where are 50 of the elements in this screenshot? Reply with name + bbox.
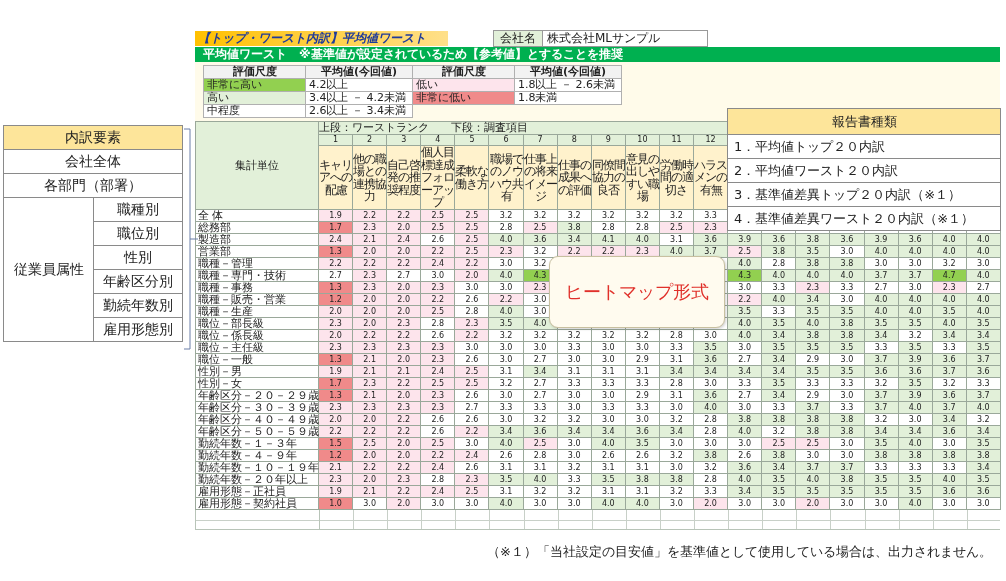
table-cell: 職位別 — [93, 221, 183, 246]
rank-number: 2 — [367, 135, 373, 144]
footnote: （※１）「当社設定の目安値」を基準値として使用している場合は、出力されません。 — [487, 544, 992, 559]
rank-number: 5 — [469, 135, 475, 144]
table-cell: 雇用形態別 — [93, 317, 183, 342]
field-label: 会社名 — [494, 31, 542, 46]
table-cell: 性別 — [93, 245, 183, 270]
column-header: キャリアへの配慮 — [319, 157, 353, 197]
column-header: 意見の出しやすい職場 — [625, 151, 659, 203]
column-header: 個人目標達成フォローアップ — [421, 145, 455, 210]
table-cell: 勤続年数別 — [93, 293, 183, 318]
table-cell: 各部門（部署） — [3, 173, 183, 198]
table-caption: 上段：ワーストランク 下段：調査項目 — [319, 121, 528, 134]
list-item: 4．基準値差異ワースト２０内訳（※１） — [733, 210, 976, 228]
callout: ヒートマップ形式 — [549, 256, 725, 328]
legend-header: 平均値(今回値) — [514, 65, 622, 79]
table-header: 内訳要素 — [3, 125, 183, 150]
table-cell: 職種別 — [93, 197, 183, 222]
column-header: 自己啓発の推奨程度 — [387, 157, 421, 197]
column-header: 職場でのノウハウ共有 — [489, 151, 523, 203]
list-item: 3．基準値差異トップ２０内訳（※１） — [728, 183, 1000, 207]
banner: 平均値ワースト ※基準値が設定されているため【参考値】とすることを推奨 — [195, 47, 1000, 62]
rank-number: 10 — [637, 135, 648, 144]
table-cell: 会社全体 — [3, 149, 183, 174]
rank-number: 12 — [705, 135, 716, 144]
column-header: 仕事上の将来イメージ — [523, 151, 557, 203]
column-header: 柔軟な働き方 — [455, 164, 489, 191]
rank-number: 6 — [503, 135, 509, 144]
legend-header: 評価尺度 — [412, 65, 515, 79]
table-header: 集計単位 — [195, 121, 319, 210]
column-header: 仕事の成果への評価 — [557, 157, 591, 197]
table-cell: 年齢区分別 — [93, 269, 183, 294]
table-cell: 従業員属性 — [3, 197, 94, 342]
list-item: 1．平均値トップ２０内訳 — [728, 135, 1000, 159]
sheet-title: 【トップ・ワースト内訳】平均値ワースト — [195, 31, 448, 46]
column-header: 同僚間協力の良否 — [591, 157, 625, 197]
rank-number: 11 — [671, 135, 682, 144]
rank-number: 1 — [333, 135, 339, 144]
column-header: 労働時間の適切さ — [660, 157, 693, 197]
legend-header: 評価尺度 — [203, 65, 306, 79]
column-header: ハラスメンの有無 — [694, 157, 728, 197]
column-header: 他の職場との連携協力 — [353, 151, 387, 203]
panel-title: 報告書種類 — [728, 109, 1000, 135]
rank-number: 9 — [605, 135, 611, 144]
list-item: 2．平均値ワースト２０内訳 — [728, 159, 1000, 183]
rank-number: 4 — [435, 135, 441, 144]
rank-number: 7 — [537, 135, 543, 144]
legend-header: 平均値(今回値) — [305, 65, 413, 79]
rank-number: 3 — [401, 135, 407, 144]
rank-number: 8 — [571, 135, 577, 144]
